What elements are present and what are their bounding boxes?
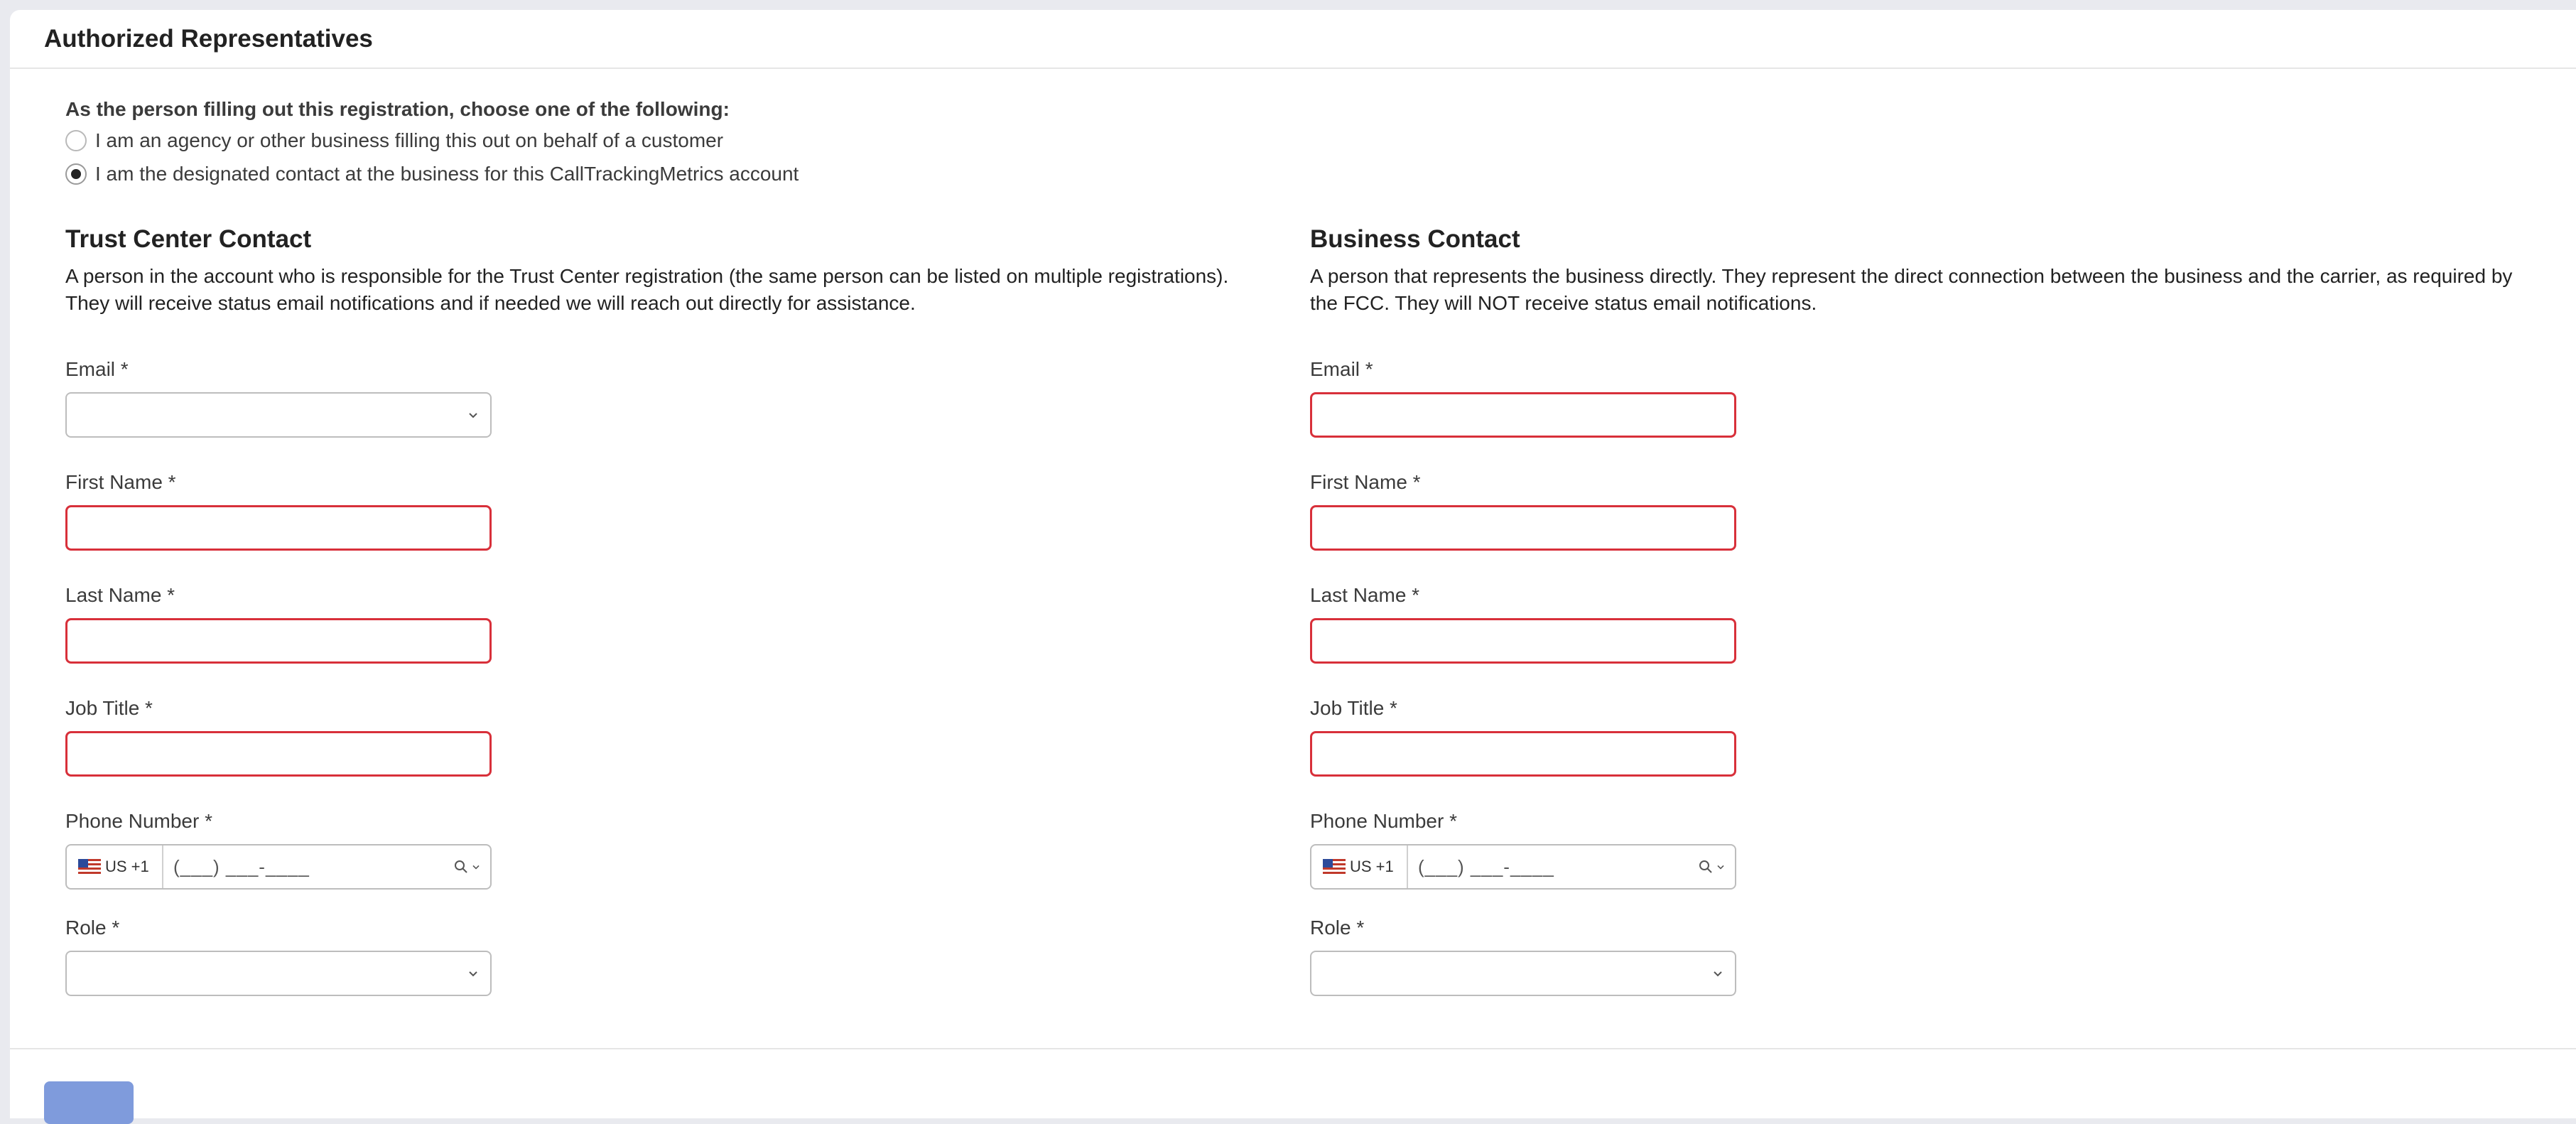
phone-mask: (___) ___-____	[1418, 855, 1554, 877]
email-input[interactable]	[1310, 392, 1736, 438]
chevron-down-icon	[469, 971, 477, 977]
first-name-input[interactable]	[1310, 505, 1736, 551]
chevron-down-icon[interactable]	[470, 861, 482, 872]
us-flag-icon	[78, 859, 101, 875]
phone-tools[interactable]	[453, 859, 482, 875]
role-label: Role *	[1310, 917, 1365, 939]
role-select[interactable]	[65, 951, 492, 996]
country-code-selector[interactable]: US +1	[67, 845, 163, 888]
radio-button[interactable]	[65, 130, 87, 151]
chevron-down-icon	[1714, 971, 1722, 977]
column-description: A person that represents the business di…	[1310, 265, 2513, 314]
job-title-input[interactable]	[1310, 731, 1736, 777]
column-description: A person in the account who is responsib…	[65, 265, 1229, 314]
phone-number-input[interactable]: US +1 (___) ___-____	[65, 844, 492, 890]
last-name-input[interactable]	[65, 618, 492, 664]
job-title-input[interactable]	[65, 731, 492, 777]
filler-question: As the person filling out this registrat…	[65, 98, 730, 120]
chevron-down-icon[interactable]	[1715, 861, 1726, 872]
header-divider	[10, 67, 2576, 69]
submit-button[interactable]	[44, 1081, 134, 1124]
last-name-label: Last Name *	[65, 584, 175, 606]
business-contact-section: Business Contact A person that represent…	[1310, 223, 2512, 996]
us-flag-icon	[1323, 859, 1346, 875]
first-name-input[interactable]	[65, 505, 492, 551]
dial-code: US +1	[105, 858, 149, 875]
trust-center-contact-section: Trust Center Contact A person in the acc…	[65, 223, 1228, 996]
email-select[interactable]	[65, 392, 492, 438]
search-icon[interactable]	[1698, 859, 1714, 875]
phone-number-label: Phone Number *	[65, 810, 213, 832]
search-icon[interactable]	[453, 859, 469, 875]
job-title-label: Job Title *	[1310, 697, 1397, 719]
column-title: Business Contact	[1310, 225, 1520, 253]
job-title-label: Job Title *	[65, 697, 153, 719]
radio-button-selected[interactable]	[65, 163, 87, 185]
dial-code: US +1	[1350, 858, 1394, 875]
phone-tools[interactable]	[1698, 859, 1726, 875]
authorized-representatives-card: Authorized Representatives As the person…	[10, 10, 2576, 1124]
role-select[interactable]	[1310, 951, 1736, 996]
country-code-selector[interactable]: US +1	[1311, 845, 1408, 888]
last-name-label: Last Name *	[1310, 584, 1420, 606]
email-label: Email *	[1310, 358, 1373, 380]
column-title: Trust Center Contact	[65, 225, 312, 253]
phone-mask: (___) ___-____	[173, 855, 310, 877]
phone-number-label: Phone Number *	[1310, 810, 1458, 832]
last-name-input[interactable]	[1310, 618, 1736, 664]
role-label: Role *	[65, 917, 120, 939]
radio-label: I am the designated contact at the busin…	[95, 163, 799, 185]
radio-label: I am an agency or other business filling…	[95, 129, 724, 151]
footer-divider	[10, 1048, 2576, 1049]
email-label: Email *	[65, 358, 129, 380]
first-name-label: First Name *	[65, 471, 176, 493]
chevron-down-icon	[469, 413, 477, 418]
first-name-label: First Name *	[1310, 471, 1421, 493]
section-title: Authorized Representatives	[44, 25, 373, 53]
radio-option-designated-contact[interactable]: I am the designated contact at the busin…	[65, 160, 799, 188]
phone-number-input[interactable]: US +1 (___) ___-____	[1310, 844, 1736, 890]
radio-option-agency[interactable]: I am an agency or other business filling…	[65, 126, 723, 155]
